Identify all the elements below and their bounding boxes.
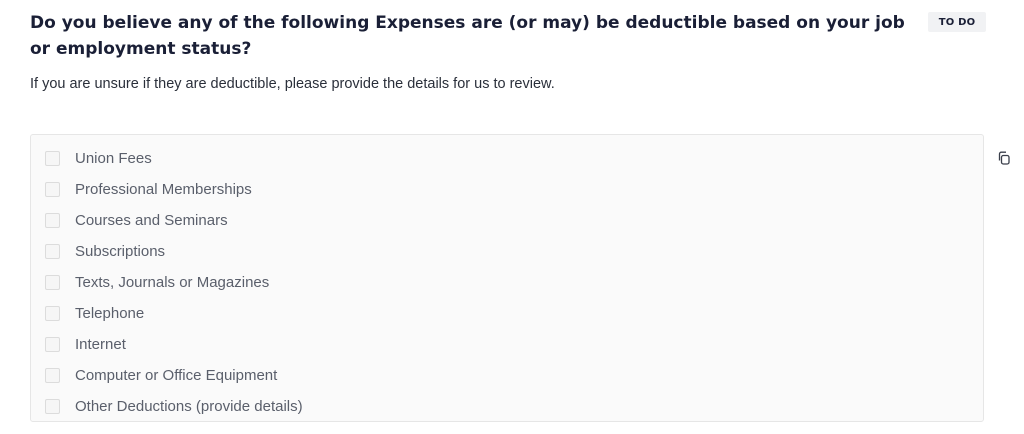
option-texts-journals-magazines[interactable]: Texts, Journals or Magazines xyxy=(31,267,983,298)
option-professional-memberships[interactable]: Professional Memberships xyxy=(31,174,983,205)
checkbox[interactable] xyxy=(45,337,60,352)
option-union-fees[interactable]: Union Fees xyxy=(31,143,983,174)
option-courses-and-seminars[interactable]: Courses and Seminars xyxy=(31,205,983,236)
checkbox[interactable] xyxy=(45,306,60,321)
question-title: Do you believe any of the following Expe… xyxy=(30,13,905,59)
option-label: Courses and Seminars xyxy=(75,212,228,229)
option-subscriptions[interactable]: Subscriptions xyxy=(31,236,983,267)
option-label: Union Fees xyxy=(75,150,152,167)
option-internet[interactable]: Internet xyxy=(31,329,983,360)
status-badge: TO DO xyxy=(928,12,986,32)
option-label: Texts, Journals or Magazines xyxy=(75,274,270,291)
checkbox[interactable] xyxy=(45,275,60,290)
expense-checklist: Union Fees Professional Memberships Cour… xyxy=(30,134,984,422)
checkbox[interactable] xyxy=(45,182,60,197)
copy-icon[interactable] xyxy=(996,150,1012,166)
option-label: Subscriptions xyxy=(75,243,166,260)
checkbox[interactable] xyxy=(45,399,60,414)
option-label: Professional Memberships xyxy=(75,181,252,198)
option-label: Computer or Office Equipment xyxy=(75,367,278,384)
checkbox[interactable] xyxy=(45,151,60,166)
option-label: Internet xyxy=(75,336,126,353)
checkbox[interactable] xyxy=(45,213,60,228)
option-other-deductions[interactable]: Other Deductions (provide details) xyxy=(31,391,983,422)
question-subtitle: If you are unsure if they are deductible… xyxy=(30,76,555,92)
option-telephone[interactable]: Telephone xyxy=(31,298,983,329)
checkbox[interactable] xyxy=(45,244,60,259)
option-label: Other Deductions (provide details) xyxy=(75,398,303,415)
checkbox[interactable] xyxy=(45,368,60,383)
option-computer-office-equipment[interactable]: Computer or Office Equipment xyxy=(31,360,983,391)
option-label: Telephone xyxy=(75,305,145,322)
